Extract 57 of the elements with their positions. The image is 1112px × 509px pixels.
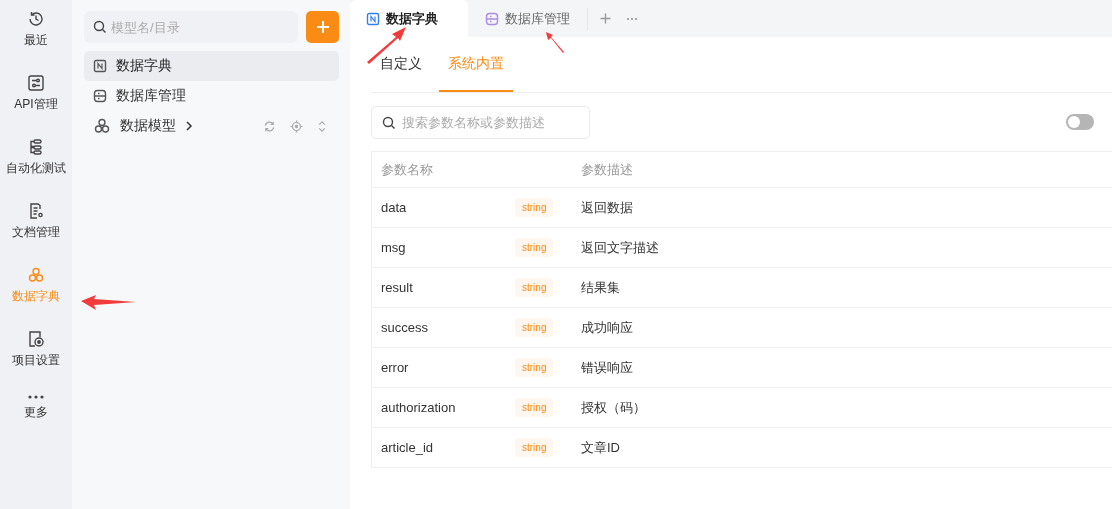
flow-icon [27, 138, 45, 156]
table-cell-text: data [380, 200, 408, 215]
chevron-icon [185, 121, 193, 131]
table-cell-text: 错误响应 [581, 358, 634, 377]
table-cell-text: success [380, 320, 429, 335]
tree-item[interactable]: 数据字典 [84, 51, 339, 81]
tab[interactable]: 数据库管理 [468, 0, 587, 37]
column-header: 参数名称 [380, 160, 434, 179]
search-field[interactable]: 搜索参数名称或参数描述 [371, 105, 590, 139]
tab[interactable]: 自定义 [371, 37, 431, 92]
search-field[interactable]: 模型名/目录 [84, 11, 298, 43]
tree-item[interactable]: 数据模型 [84, 111, 339, 141]
tree-item[interactable]: 数据库管理 [84, 81, 339, 111]
nav-item[interactable]: API管理 [0, 74, 72, 138]
plus-icon [600, 13, 611, 24]
table-cell-text: 文章ID [581, 438, 621, 457]
nav-item[interactable]: 最近 [0, 10, 72, 74]
type-tag: string [515, 278, 554, 297]
table-cell-text: article_id [380, 440, 435, 455]
three-circles-icon [93, 117, 111, 135]
database-icon [485, 11, 499, 26]
add-button[interactable] [306, 11, 339, 43]
plus-icon [315, 20, 330, 34]
more-icon [27, 394, 45, 400]
table-cell-text: msg [380, 240, 407, 255]
table-cell-text: 授权（码） [581, 398, 647, 417]
table-cell-text: 结果集 [581, 278, 621, 297]
nav-item[interactable]: 项目设置 [0, 330, 72, 394]
sliders-icon [27, 74, 45, 92]
type-tag: string [515, 398, 554, 417]
expand-collapse-icon [317, 119, 327, 133]
type-tag: string [515, 238, 554, 257]
type-tag: string [515, 358, 554, 377]
document-icon [27, 202, 45, 220]
table-cell-text: error [380, 360, 410, 375]
settings-icon [27, 330, 45, 348]
database-icon [93, 89, 107, 103]
refresh-icon [263, 119, 276, 133]
table-cell-text: 返回文字描述 [581, 238, 660, 257]
nav-item[interactable]: 文档管理 [0, 202, 72, 266]
annotation-arrow [546, 32, 564, 53]
locate-icon [290, 119, 303, 133]
toggle-switch[interactable] [1066, 114, 1094, 130]
tab[interactable]: 数据字典 [350, 0, 468, 37]
column-header: 参数描述 [581, 160, 634, 179]
type-tag: string [515, 198, 554, 217]
table-cell-text: result [380, 280, 414, 295]
table-cell-text: 返回数据 [581, 198, 634, 217]
table-cell-text: 成功响应 [581, 318, 634, 337]
type-tag: string [515, 438, 554, 457]
nav-item[interactable]: 自动化测试 [0, 138, 72, 202]
table-cell-text: authorization [380, 400, 457, 415]
history-icon [27, 10, 45, 28]
three-circles-icon [27, 266, 45, 284]
more-icon [626, 16, 638, 21]
nav-item[interactable]: 更多 [0, 394, 72, 458]
type-tag: string [515, 318, 554, 337]
